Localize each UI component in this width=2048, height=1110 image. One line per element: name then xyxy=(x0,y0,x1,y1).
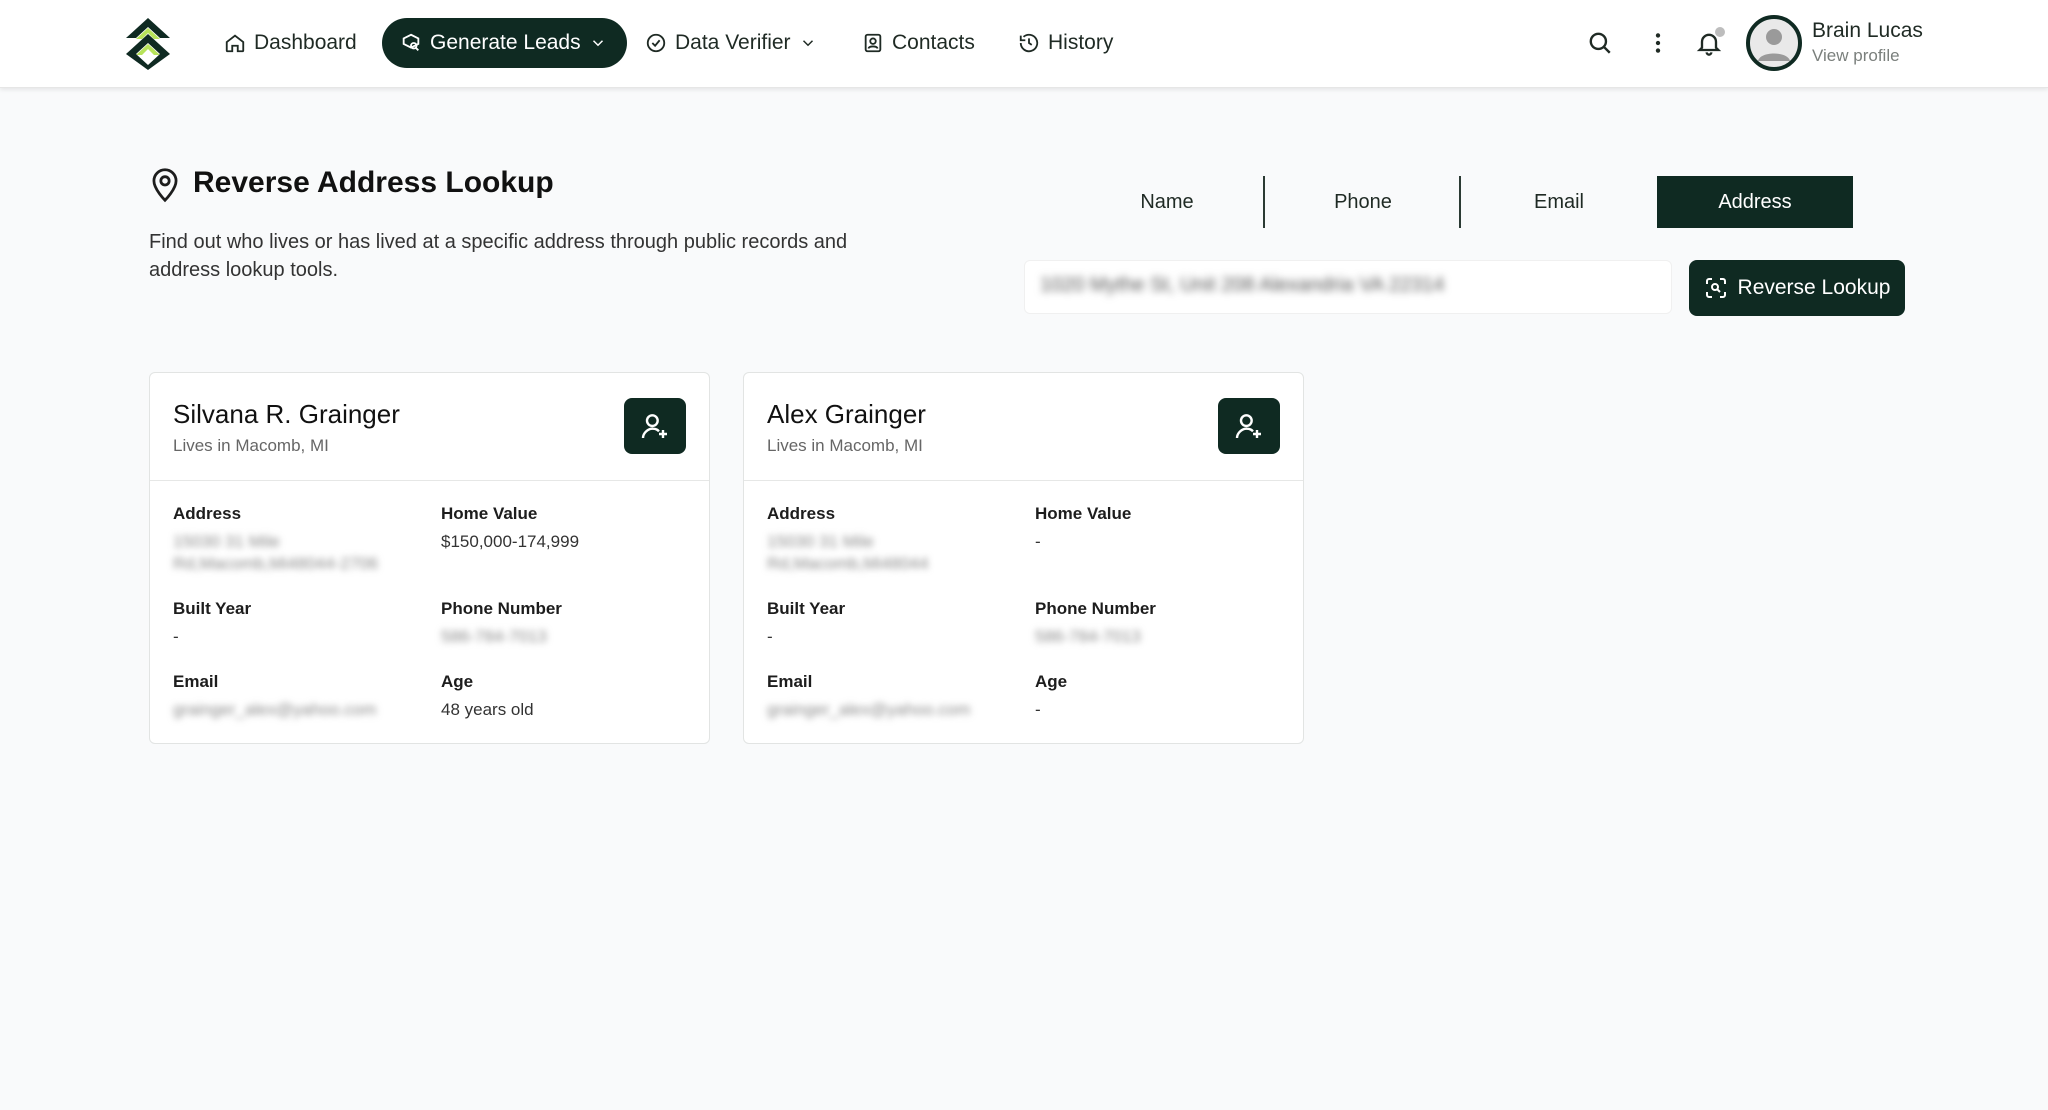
built-year-value: - xyxy=(173,627,179,646)
check-circle-icon xyxy=(646,33,666,53)
scan-search-icon xyxy=(1705,278,1726,298)
result-name: Silvana R. Grainger xyxy=(173,399,400,429)
nav-generate-leads-label: Generate Leads xyxy=(430,31,581,54)
email-value: grainger_alex@yahoo.com xyxy=(767,700,971,719)
address-search-input[interactable] xyxy=(1024,260,1672,314)
nav-contacts-label: Contacts xyxy=(892,31,975,54)
page-description: Find out who lives or has lived at a spe… xyxy=(149,231,848,281)
email-label: Email xyxy=(173,672,219,691)
address-line-2: Rd,Macomb,Mi48044-2706 xyxy=(173,554,379,573)
nav-generate-leads[interactable]: Generate Leads xyxy=(382,18,627,68)
home-value: $150,000-174,999 xyxy=(441,532,580,551)
location-pin-icon xyxy=(152,168,178,203)
phone-number-value: 586-784-7013 xyxy=(1035,627,1141,646)
chevron-down-icon xyxy=(592,40,603,47)
reverse-lookup-label: Reverse Lookup xyxy=(1737,276,1891,299)
built-year-label: Built Year xyxy=(173,599,252,618)
built-year-label: Built Year xyxy=(767,599,846,618)
more-options-button[interactable] xyxy=(1641,26,1675,60)
tab-name[interactable]: Name xyxy=(1069,176,1265,228)
nav-contacts[interactable]: Contacts xyxy=(862,18,975,68)
nav-data-verifier[interactable]: Data Verifier xyxy=(645,18,817,68)
age-value: - xyxy=(1035,700,1041,719)
lookup-type-tabs: Name Phone Email Address xyxy=(1069,176,1853,228)
address-line-2: Rd,Macomb,Mi48044 xyxy=(767,554,929,573)
search-button[interactable] xyxy=(1583,26,1617,60)
address-line-1: 15030 31 Mile xyxy=(173,532,280,551)
email-value: grainger_alex@yahoo.com xyxy=(173,700,377,719)
add-contact-button[interactable] xyxy=(624,398,686,454)
tab-address[interactable]: Address xyxy=(1657,176,1853,228)
home-value-label: Home Value xyxy=(1035,504,1132,523)
home-value: - xyxy=(1035,532,1041,551)
page-title: Reverse Address Lookup xyxy=(193,166,554,199)
view-profile-link[interactable]: View profile xyxy=(1812,46,1900,66)
phone-number-value: 586-784-7013 xyxy=(441,627,547,646)
result-card-header: Silvana R. Grainger Lives in Macomb, MI xyxy=(150,373,709,481)
address-label: Address xyxy=(173,504,242,523)
result-location: Lives in Macomb, MI xyxy=(173,436,329,455)
home-value-label: Home Value xyxy=(441,504,538,523)
nav-history-label: History xyxy=(1048,31,1114,54)
result-location: Lives in Macomb, MI xyxy=(767,436,923,455)
top-navigation-bar: Dashboard Generate Leads Data Verifier C… xyxy=(0,0,2048,88)
tab-email[interactable]: Email xyxy=(1461,176,1657,228)
nav-dashboard-label: Dashboard xyxy=(254,31,357,54)
user-plus-icon xyxy=(641,414,667,439)
user-plus-icon xyxy=(1235,414,1261,439)
home-icon xyxy=(225,34,245,53)
search-icon xyxy=(1589,32,1611,54)
address-line-1: 15030 31 Mile xyxy=(767,532,874,551)
chevron-down-icon xyxy=(802,40,813,47)
phone-number-label: Phone Number xyxy=(441,599,562,618)
brand-logo-icon[interactable] xyxy=(124,16,172,70)
nav-history[interactable]: History xyxy=(1018,18,1113,68)
vertical-dots-icon xyxy=(1655,33,1661,53)
nav-dashboard[interactable]: Dashboard xyxy=(224,18,357,68)
profile-name: Brain Lucas xyxy=(1812,19,1923,42)
age-label: Age xyxy=(1035,672,1068,691)
result-card: Silvana R. Grainger Lives in Macomb, MI … xyxy=(149,372,710,744)
age-value: 48 years old xyxy=(441,700,534,719)
result-card: Alex Grainger Lives in Macomb, MI Addres… xyxy=(743,372,1304,744)
nav-data-verifier-label: Data Verifier xyxy=(675,31,791,54)
tab-phone[interactable]: Phone xyxy=(1265,176,1461,228)
phone-number-label: Phone Number xyxy=(1035,599,1156,618)
address-label: Address xyxy=(767,504,836,523)
notification-dot xyxy=(1715,27,1725,37)
leads-icon xyxy=(402,33,420,51)
history-icon xyxy=(1019,33,1039,53)
contacts-icon xyxy=(864,33,882,53)
email-label: Email xyxy=(767,672,813,691)
avatar[interactable] xyxy=(1746,15,1802,71)
result-name: Alex Grainger xyxy=(767,399,926,429)
add-contact-button[interactable] xyxy=(1218,398,1280,454)
reverse-lookup-button[interactable]: Reverse Lookup xyxy=(1689,260,1905,316)
age-label: Age xyxy=(441,672,474,691)
notifications-button[interactable] xyxy=(1692,26,1726,60)
built-year-value: - xyxy=(767,627,773,646)
user-avatar-icon xyxy=(1758,29,1790,61)
result-card-header: Alex Grainger Lives in Macomb, MI xyxy=(744,373,1303,481)
